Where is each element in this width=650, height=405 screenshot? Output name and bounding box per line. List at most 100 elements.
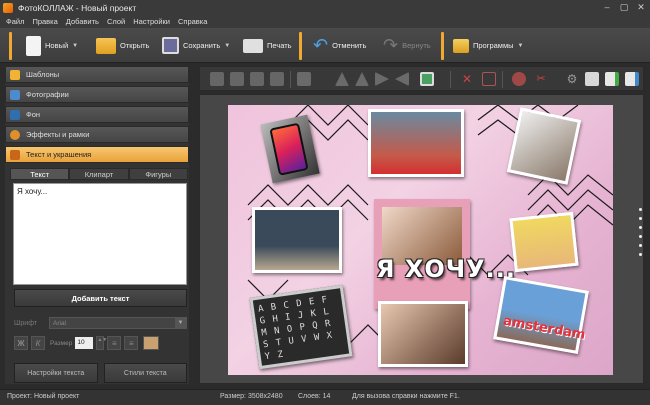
font-select[interactable]: Arial ▼ [49,317,187,329]
section-background[interactable]: Фон [5,106,189,123]
font-row: Шрифт Arial ▼ [14,316,187,330]
effects-icon[interactable] [512,72,526,86]
section-templates[interactable]: Шаблоны [5,66,189,83]
toolbar-separator [441,32,444,60]
redo-button[interactable]: ↷ Вернуть [383,31,431,60]
left-panel: Шаблоны Фотографии Фон Эффекты и рамки Т… [5,66,189,384]
crop-icon[interactable] [482,72,496,86]
add-page-icon[interactable] [605,72,619,86]
tab-text[interactable]: Текст [10,168,70,180]
redo-icon: ↷ [383,35,399,55]
tab-shapes[interactable]: Фигуры [128,168,188,180]
font-label: Шрифт [14,319,38,327]
size-label: Размер [50,339,73,347]
chevron-down-icon: ▼ [175,318,186,329]
add-text-button[interactable]: Добавить текст [14,289,187,307]
status-size: Размер: 3508x2480 [220,393,283,400]
status-help: Для вызова справки нажмите F1. [352,393,460,400]
menu-settings[interactable]: Настройки [133,17,170,26]
status-bar: Проект: Новый проект Размер: 3508x2480 С… [0,389,650,405]
save-icon [162,37,179,54]
gear-icon[interactable]: ⚙ [565,72,579,86]
bold-button[interactable]: Ж [14,336,28,350]
printer-icon [243,38,263,53]
menu-bar: Файл Правка Добавить Слой Настройки Спра… [0,15,650,28]
photo-interior[interactable] [252,207,342,273]
chevron-down-icon[interactable]: ▼ [224,43,230,49]
section-effects[interactable]: Эффекты и рамки [5,126,189,143]
minimize-button[interactable]: – [598,0,616,15]
gift-icon [453,38,469,53]
align-center-icon[interactable]: ≡ [124,336,139,350]
separator [450,71,451,88]
size-stepper[interactable]: ▲▼ [96,336,107,350]
collage-canvas[interactable]: Я ХОЧУ... A B C D E F G H I J K L M N O … [228,105,613,375]
align-left-icon[interactable]: ≡ [107,336,122,350]
flip-vertical-icon[interactable] [355,72,369,86]
chalk-letters: A B C D E F G H I J K L M N O P Q R S T … [257,293,345,364]
frame-icon[interactable] [420,72,434,86]
chevron-down-icon[interactable]: ▼ [72,43,78,49]
send-back-icon[interactable] [270,72,284,86]
style-row: Ж К Размер 10 ▲▼ ≡ ≡ [14,335,187,351]
city-sign: amsterdam [502,313,587,343]
app-logo-icon [3,2,13,13]
tab-clipart[interactable]: Клипарт [69,168,129,180]
rotate-right-icon[interactable] [395,72,409,86]
close-button[interactable]: ✕ [632,0,650,15]
bring-front-icon[interactable] [210,72,224,86]
star-icon [10,69,20,80]
collage-caption[interactable]: Я ХОЧУ... [376,255,516,283]
rotate-left-icon[interactable] [375,72,389,86]
bring-forward-icon[interactable] [230,72,244,86]
text-input[interactable]: Я хочу... [13,183,187,285]
menu-edit[interactable]: Правка [32,17,57,26]
cut-icon[interactable]: ✂ [534,72,548,86]
text-tool-icon [10,149,20,160]
lock-icon[interactable] [585,72,599,86]
text-styles-button[interactable]: Стили текста [103,363,187,383]
menu-file[interactable]: Файл [6,17,24,26]
page-settings-icon[interactable] [625,72,639,86]
new-button[interactable]: Новый ▼ [26,31,78,60]
section-photos[interactable]: Фотографии [5,86,189,103]
status-layers: Слоев: 14 [298,393,331,400]
italic-button[interactable]: К [31,336,45,350]
send-backward-icon[interactable] [250,72,264,86]
menu-add[interactable]: Добавить [66,17,99,26]
undo-button[interactable]: ↶ Отменить [313,31,366,60]
title-bar: ФотоКОЛЛАЖ - Новый проект – ▢ ✕ [0,0,650,15]
text-tabs: Текст Клипарт Фигуры [10,168,188,180]
menu-help[interactable]: Справка [178,17,207,26]
window-title: ФотоКОЛЛАЖ - Новый проект [18,2,137,13]
section-text-decor[interactable]: Текст и украшения [5,146,189,163]
center-frame[interactable] [374,199,470,309]
side-scroll-dots[interactable] [639,208,643,262]
toolbar-separator [299,32,302,60]
photo-woman-hair[interactable] [378,301,468,367]
save-button[interactable]: Сохранить ▼ [162,31,230,60]
chevron-down-icon[interactable]: ▼ [518,43,524,49]
align-icon[interactable] [297,72,311,86]
effects-icon [10,129,20,140]
background-icon [10,109,20,120]
canvas-toolbar: ✕ ✂ ⚙ [199,66,644,91]
flip-horizontal-icon[interactable] [335,72,349,86]
open-button[interactable]: Открыть [96,31,149,60]
programs-button[interactable]: Программы ▼ [453,31,523,60]
maximize-button[interactable]: ▢ [615,0,633,15]
separator [502,71,503,88]
text-settings-button[interactable]: Настройки текста [14,363,98,383]
print-button[interactable]: Печать [243,31,292,60]
delete-icon[interactable]: ✕ [460,72,474,86]
photo-chalkboard[interactable]: A B C D E F G H I J K L M N O P Q R S T … [249,284,353,370]
text-color-swatch[interactable] [143,336,160,350]
photo-baby[interactable] [509,211,579,273]
undo-icon: ↶ [313,35,329,55]
main-toolbar: Новый ▼ Открыть Сохранить ▼ Печать ↶ Отм… [0,28,650,63]
folder-icon [96,37,116,54]
photo-fitness[interactable] [368,109,464,177]
size-input[interactable]: 10 [75,337,94,349]
new-file-icon [26,35,41,56]
menu-layer[interactable]: Слой [107,17,125,26]
